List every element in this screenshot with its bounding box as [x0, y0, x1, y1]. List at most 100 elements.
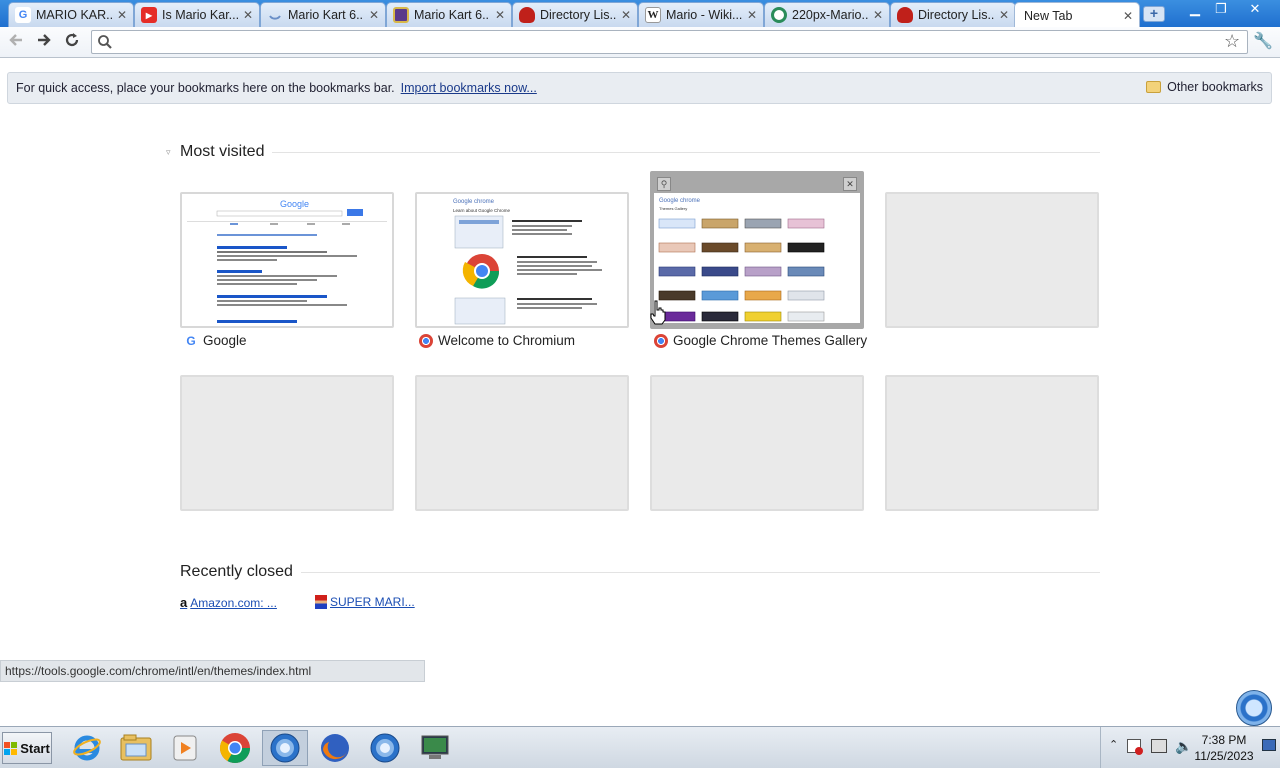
volume-icon[interactable]: 🔈 — [1175, 738, 1192, 755]
close-window-icon[interactable]: ✕ — [1242, 1, 1268, 18]
pin-icon[interactable]: ⚲ — [657, 177, 671, 191]
close-icon[interactable]: ✕ — [117, 8, 127, 22]
bookmark-star-icon[interactable]: ☆ — [1224, 31, 1240, 52]
status-url: https://tools.google.com/chrome/intl/en/… — [5, 664, 312, 678]
reload-icon — [65, 33, 79, 47]
close-icon[interactable]: ✕ — [843, 177, 857, 191]
close-icon[interactable]: ✕ — [243, 8, 253, 22]
bookmarks-bar: For quick access, place your bookmarks h… — [7, 72, 1272, 104]
google-logo: Google — [280, 199, 309, 209]
chrome-welcome-preview: Google chrome Learn about Google Chrome — [453, 199, 602, 325]
arrow-right-icon — [38, 34, 51, 46]
close-icon[interactable]: ✕ — [747, 8, 757, 22]
wrench-menu-icon[interactable]: 🔧 — [1253, 31, 1273, 51]
windows-logo-icon — [4, 741, 18, 755]
chevron-up-icon[interactable]: ⌃ — [1109, 738, 1118, 751]
bookmarks-hint: For quick access, place your bookmarks h… — [16, 81, 395, 95]
address-bar[interactable] — [91, 30, 1248, 54]
most-visited-title: Most visited — [180, 143, 265, 160]
start-label: Start — [20, 740, 50, 756]
mario-icon — [315, 595, 327, 609]
tab-3[interactable]: Mario Kart 6... ✕ — [260, 2, 386, 27]
tab-1[interactable]: G MARIO KAR... ✕ — [8, 2, 134, 27]
folder-icon — [1146, 81, 1162, 93]
tile-chromium-thumbnail[interactable]: Google chrome Learn about Google Chrome — [415, 192, 629, 328]
firefox-icon[interactable] — [312, 730, 358, 766]
new-tab-button[interactable]: + — [1143, 6, 1165, 22]
show-desktop-icon[interactable] — [1262, 739, 1276, 751]
tab-strip: G MARIO KAR... ✕ ▶ Is Mario Kar... ✕ Mar… — [0, 0, 1280, 28]
close-icon[interactable]: ✕ — [1123, 9, 1133, 23]
tile-themes-gallery-label[interactable]: Google Chrome Themes Gallery — [654, 333, 867, 348]
remote-desktop-icon[interactable] — [412, 730, 458, 766]
media-player-icon[interactable] — [162, 730, 208, 766]
recently-closed-item[interactable]: a Amazon.com: ... — [180, 595, 277, 610]
newspaper-icon — [393, 7, 409, 23]
start-button[interactable]: Start — [2, 732, 52, 764]
recently-closed-item[interactable]: SUPER MARI... — [315, 595, 415, 609]
close-icon[interactable]: ✕ — [369, 8, 379, 22]
reload-button[interactable] — [61, 32, 83, 52]
close-icon[interactable]: ✕ — [873, 8, 883, 22]
tab-5[interactable]: Directory Lis... ✕ — [512, 2, 638, 27]
status-bubble: https://tools.google.com/chrome/intl/en/… — [0, 660, 425, 682]
most-visited-header[interactable]: ▿ Most visited — [166, 143, 1100, 161]
tab-title: Directory Lis... — [540, 8, 616, 22]
minimize-icon[interactable]: ▁ — [1182, 1, 1208, 18]
chromium-icon[interactable] — [262, 730, 308, 766]
network-icon[interactable] — [1151, 739, 1167, 753]
chromium-icon — [419, 333, 433, 348]
arrow-left-icon — [9, 34, 22, 46]
red-blob-icon — [897, 7, 913, 23]
clock-time: 7:38 PM — [1201, 733, 1247, 747]
tile-chromium-label[interactable]: Welcome to Chromium — [419, 333, 575, 348]
action-center-icon[interactable] — [1127, 739, 1143, 755]
tile-google-label[interactable]: G Google — [184, 333, 247, 348]
empty-tile — [650, 375, 864, 511]
tab-2[interactable]: ▶ Is Mario Kar... ✕ — [134, 2, 260, 27]
recently-closed-header: Recently closed — [180, 563, 1100, 581]
chromium-icon — [654, 333, 668, 348]
wikimedia-icon — [771, 7, 787, 23]
collapse-triangle-icon[interactable]: ▿ — [166, 147, 180, 158]
tile-themes-gallery-thumbnail[interactable]: ⚲ ✕ Google chrome Themes Gallery — [650, 171, 864, 329]
other-bookmarks-button[interactable]: Other bookmarks — [1146, 80, 1263, 94]
tile-google-thumbnail[interactable]: Google — [180, 192, 394, 328]
close-icon[interactable]: ✕ — [621, 8, 631, 22]
wikipedia-icon: W — [645, 7, 661, 23]
google-results-preview: Google — [187, 199, 387, 323]
recently-closed-label: Amazon.com: ... — [190, 595, 277, 610]
restore-icon[interactable]: ❐ — [1208, 1, 1234, 18]
tab-4[interactable]: Mario Kart 6... ✕ — [386, 2, 512, 27]
chromium-icon[interactable] — [362, 730, 408, 766]
chrome-heading: Learn about Google Chrome — [453, 208, 511, 213]
close-icon[interactable]: ✕ — [495, 8, 505, 22]
tab-8[interactable]: Directory Lis... ✕ — [890, 2, 1016, 27]
tile-title: Google Chrome Themes Gallery — [673, 333, 868, 348]
loading-icon — [267, 7, 283, 23]
clock[interactable]: 7:38 PM 11/25/2023 — [1192, 732, 1256, 764]
forward-button[interactable] — [33, 32, 55, 52]
import-bookmarks-link[interactable]: Import bookmarks now... — [401, 81, 537, 95]
amazon-icon: a — [180, 595, 188, 610]
hand-cursor-icon — [650, 300, 666, 325]
youtube-icon: ▶ — [141, 7, 157, 23]
gallery-logo: Google chrome — [659, 198, 701, 204]
tab-title: New Tab — [1024, 8, 1073, 23]
tab-title: Mario Kart 6... — [288, 8, 364, 22]
back-button[interactable] — [5, 32, 27, 52]
close-icon[interactable]: ✕ — [999, 8, 1009, 22]
divider — [272, 151, 1100, 153]
chrome-logo: Google chrome — [453, 199, 495, 205]
empty-tile — [885, 192, 1099, 328]
tab-7[interactable]: 220px-Mario... ✕ — [764, 2, 890, 27]
tab-6[interactable]: W Mario - Wiki... ✕ — [638, 2, 764, 27]
tile-title: Google — [203, 333, 247, 348]
tab-new-tab[interactable]: New Tab ✕ — [1014, 2, 1140, 28]
file-explorer-icon[interactable] — [113, 730, 159, 766]
recently-closed-title: Recently closed — [180, 563, 293, 580]
gallery-heading: Themes Gallery — [659, 206, 687, 211]
tab-title: 220px-Mario... — [792, 8, 868, 22]
internet-explorer-icon[interactable] — [64, 730, 110, 766]
chrome-icon[interactable] — [212, 730, 258, 766]
